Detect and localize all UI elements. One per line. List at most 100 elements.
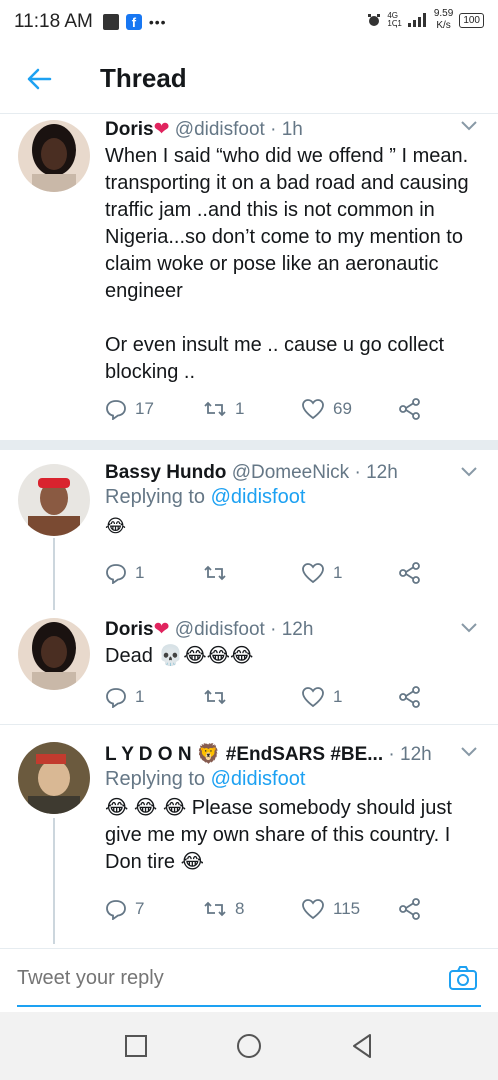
share-button[interactable] [399, 562, 421, 584]
tweet-doris-reply[interactable]: Doris❤ @didisfoot · 12h Dead 💀😂😂😂 1 1 [0, 606, 498, 724]
replying-to-handle[interactable]: @didisfoot [211, 768, 306, 790]
tweet-actions: 7 8 115 [105, 898, 421, 920]
like-button[interactable]: 1 [301, 686, 399, 708]
like-count: 69 [333, 399, 352, 418]
reply-count: 7 [135, 899, 145, 918]
author-name[interactable]: Bassy Hundo [105, 462, 226, 483]
share-button[interactable] [399, 398, 421, 420]
avatar[interactable] [18, 742, 90, 814]
tweet-header: L Y D O N 🦁 #EndSARS #BE... · 12h [105, 742, 486, 766]
author-name[interactable]: L Y D O N 🦁 #EndSARS #BE... [105, 744, 383, 765]
tweet-text: Dead 💀😂😂😂 [105, 645, 254, 667]
share-button[interactable] [399, 898, 421, 920]
tweet-header: Bassy Hundo @DomeeNick · 12h [105, 462, 486, 484]
like-heart-icon [302, 899, 324, 920]
input-underline [17, 1005, 481, 1007]
reply-button[interactable]: 1 [105, 562, 203, 584]
replying-to: Replying to @didisfoot [105, 768, 306, 790]
tweet-actions: 17 1 69 [105, 398, 421, 420]
more-notifications-icon: ••• [148, 14, 167, 30]
retweet-icon [204, 401, 226, 417]
like-heart-icon [302, 687, 324, 708]
chevron-down-icon[interactable] [460, 746, 478, 758]
network-sub: 1ↅ1 [387, 19, 402, 28]
like-button[interactable]: 69 [301, 398, 399, 420]
reply-button[interactable]: 17 [105, 398, 203, 420]
like-button[interactable]: 115 [301, 898, 399, 920]
tweet-actions: 1 1 [105, 686, 421, 708]
section-divider [0, 440, 498, 450]
share-icon [399, 562, 420, 584]
tweet-text: 😂 😂 😂 Please somebody should just give m… [105, 797, 452, 873]
heart-emoji: ❤ [153, 619, 170, 640]
network-speed: 9.59 K/s [433, 8, 454, 31]
author-meta: @didisfoot · 1h [169, 119, 303, 140]
like-button[interactable]: 1 [301, 562, 399, 584]
app-bar: Thread [0, 44, 498, 114]
retweet-button[interactable] [203, 563, 301, 583]
retweet-icon [204, 901, 226, 917]
replying-to-handle[interactable]: @didisfoot [211, 486, 306, 508]
alarm-icon [368, 14, 381, 26]
author-meta: · 12h [383, 744, 432, 765]
reply-count: 1 [135, 563, 145, 582]
gallery-notification-icon [102, 14, 119, 30]
back-button[interactable] [0, 44, 78, 114]
reply-icon [106, 564, 126, 584]
status-bar: 11:18 AM f ••• 4G 1ↅ1 9.59 K/s 100 [0, 0, 498, 44]
avatar[interactable] [18, 120, 90, 192]
retweet-button[interactable] [203, 687, 301, 707]
share-icon [399, 398, 420, 420]
tweet-actions: 1 1 [105, 562, 421, 584]
home-circle-icon[interactable] [235, 1032, 263, 1060]
like-count: 1 [333, 563, 343, 582]
tweet-header: Doris❤ @didisfoot · 12h [105, 618, 486, 641]
chevron-down-icon[interactable] [460, 622, 478, 634]
tweet-header: Doris❤ @didisfoot · 1h [105, 118, 486, 141]
retweet-count: 1 [235, 399, 245, 418]
like-heart-icon [302, 563, 324, 584]
tweet-doris-main[interactable]: Doris❤ @didisfoot · 1h When I said “who … [0, 114, 498, 440]
tweet-bassy[interactable]: Bassy Hundo @DomeeNick · 12h Replying to… [0, 452, 498, 602]
signal-icon [407, 13, 426, 27]
like-heart-icon [302, 399, 324, 420]
back-triangle-icon[interactable] [350, 1033, 374, 1059]
tweet-text-2: Or even insult me .. cause u go collect … [105, 334, 445, 383]
retweet-icon [204, 565, 226, 581]
page-title: Thread [100, 63, 187, 93]
reply-input[interactable] [17, 967, 437, 990]
share-icon [399, 898, 420, 920]
retweet-button[interactable]: 8 [203, 899, 301, 919]
like-count: 115 [333, 899, 361, 918]
retweet-button[interactable]: 1 [203, 399, 301, 419]
share-icon [399, 686, 420, 708]
chevron-down-icon[interactable] [460, 466, 478, 478]
reply-button[interactable]: 1 [105, 686, 203, 708]
share-button[interactable] [399, 686, 421, 708]
author-meta: @DomeeNick · 12h [226, 462, 398, 483]
reply-button[interactable]: 7 [105, 898, 203, 920]
reply-icon [106, 688, 126, 708]
recents-square-icon[interactable] [124, 1034, 148, 1058]
retweet-count: 8 [235, 899, 245, 918]
avatar[interactable] [18, 464, 90, 536]
reply-icon [106, 400, 126, 420]
back-arrow-icon [27, 68, 52, 89]
chevron-down-icon[interactable] [460, 120, 478, 132]
reply-icon [106, 900, 126, 920]
like-count: 1 [333, 687, 343, 706]
facebook-notification-icon: f [125, 14, 142, 30]
status-time: 11:18 AM [14, 11, 93, 32]
battery-indicator: 100 [459, 12, 484, 28]
tweet-divider [0, 724, 498, 725]
camera-icon[interactable] [448, 965, 478, 991]
author-name[interactable]: Doris [105, 619, 154, 640]
system-nav-bar [0, 1012, 498, 1080]
heart-emoji: ❤ [153, 119, 170, 140]
reply-count: 17 [135, 399, 154, 418]
avatar[interactable] [18, 618, 90, 690]
tweet-lydon[interactable]: L Y D O N 🦁 #EndSARS #BE... · 12h Replyi… [0, 730, 498, 944]
author-name[interactable]: Doris [105, 119, 154, 140]
author-meta: @didisfoot · 12h [169, 619, 314, 640]
tweet-text: 😂 [105, 516, 127, 537]
